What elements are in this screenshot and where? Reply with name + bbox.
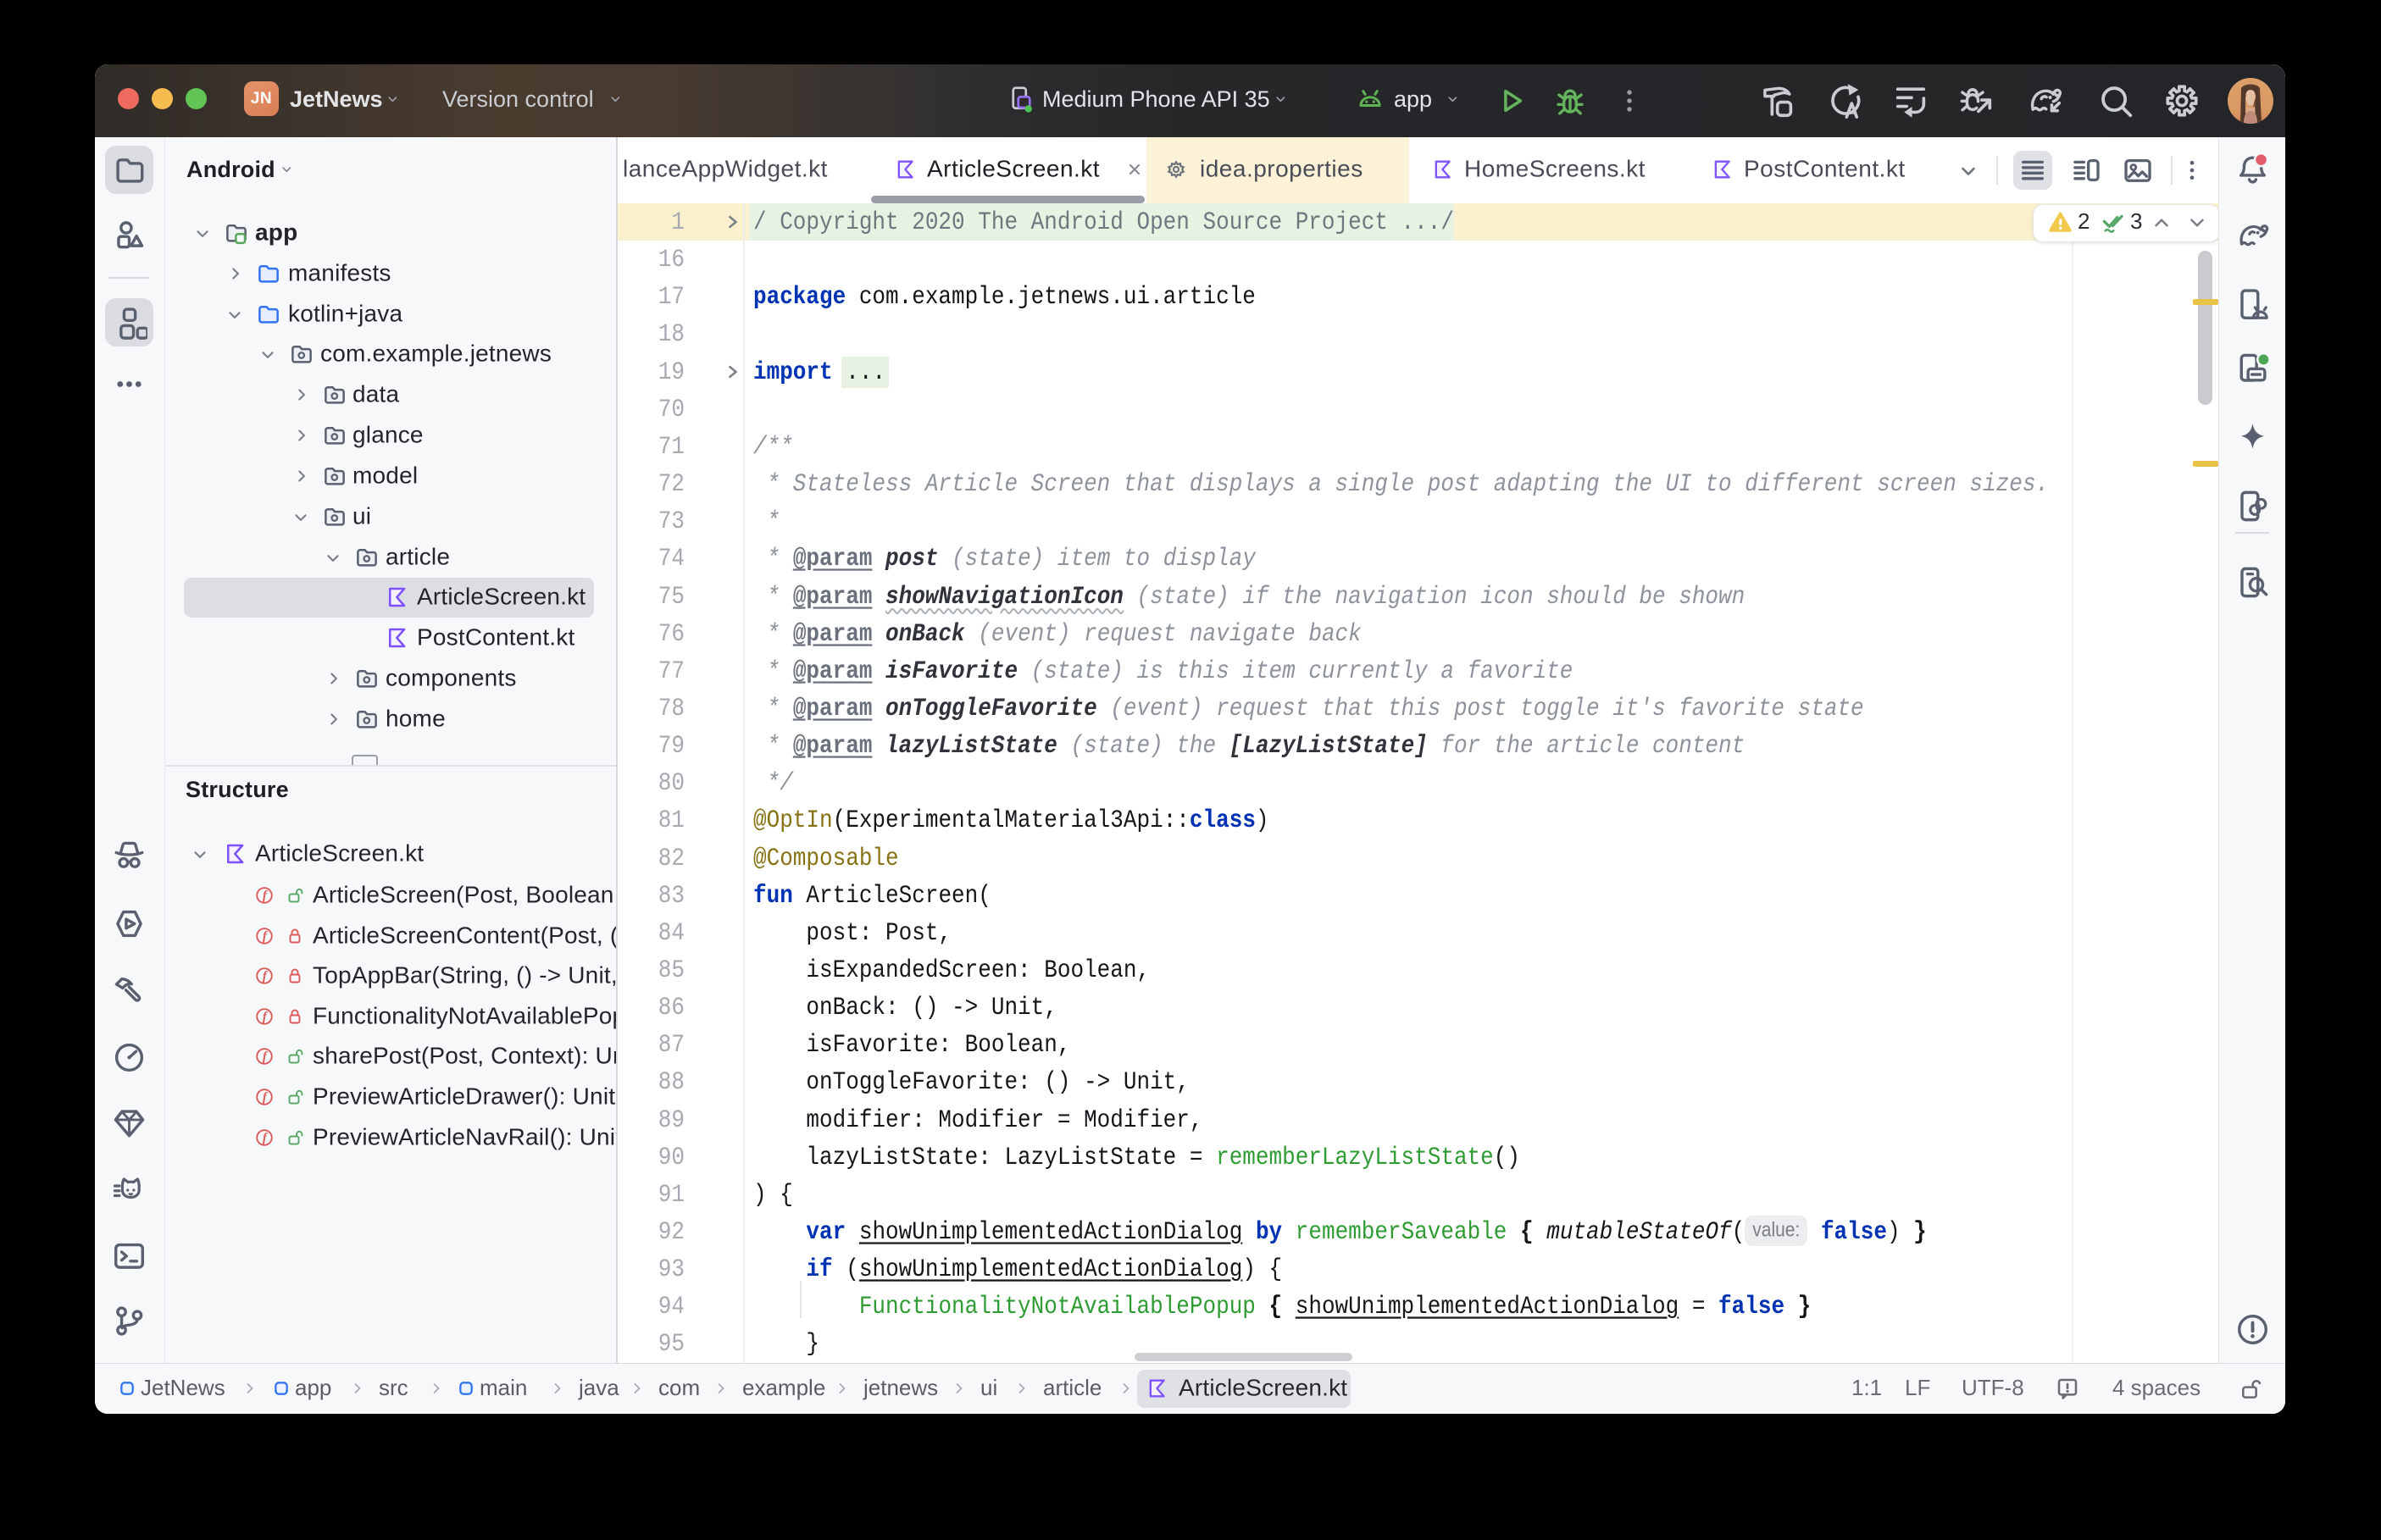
svg-text:f: f: [263, 969, 269, 983]
svg-text:f: f: [263, 929, 269, 944]
svg-text:f: f: [263, 1010, 269, 1024]
svg-text:f: f: [263, 889, 269, 903]
svg-text:f: f: [263, 1050, 269, 1064]
svg-text:f: f: [263, 1131, 269, 1145]
svg-text:f: f: [263, 1090, 269, 1105]
